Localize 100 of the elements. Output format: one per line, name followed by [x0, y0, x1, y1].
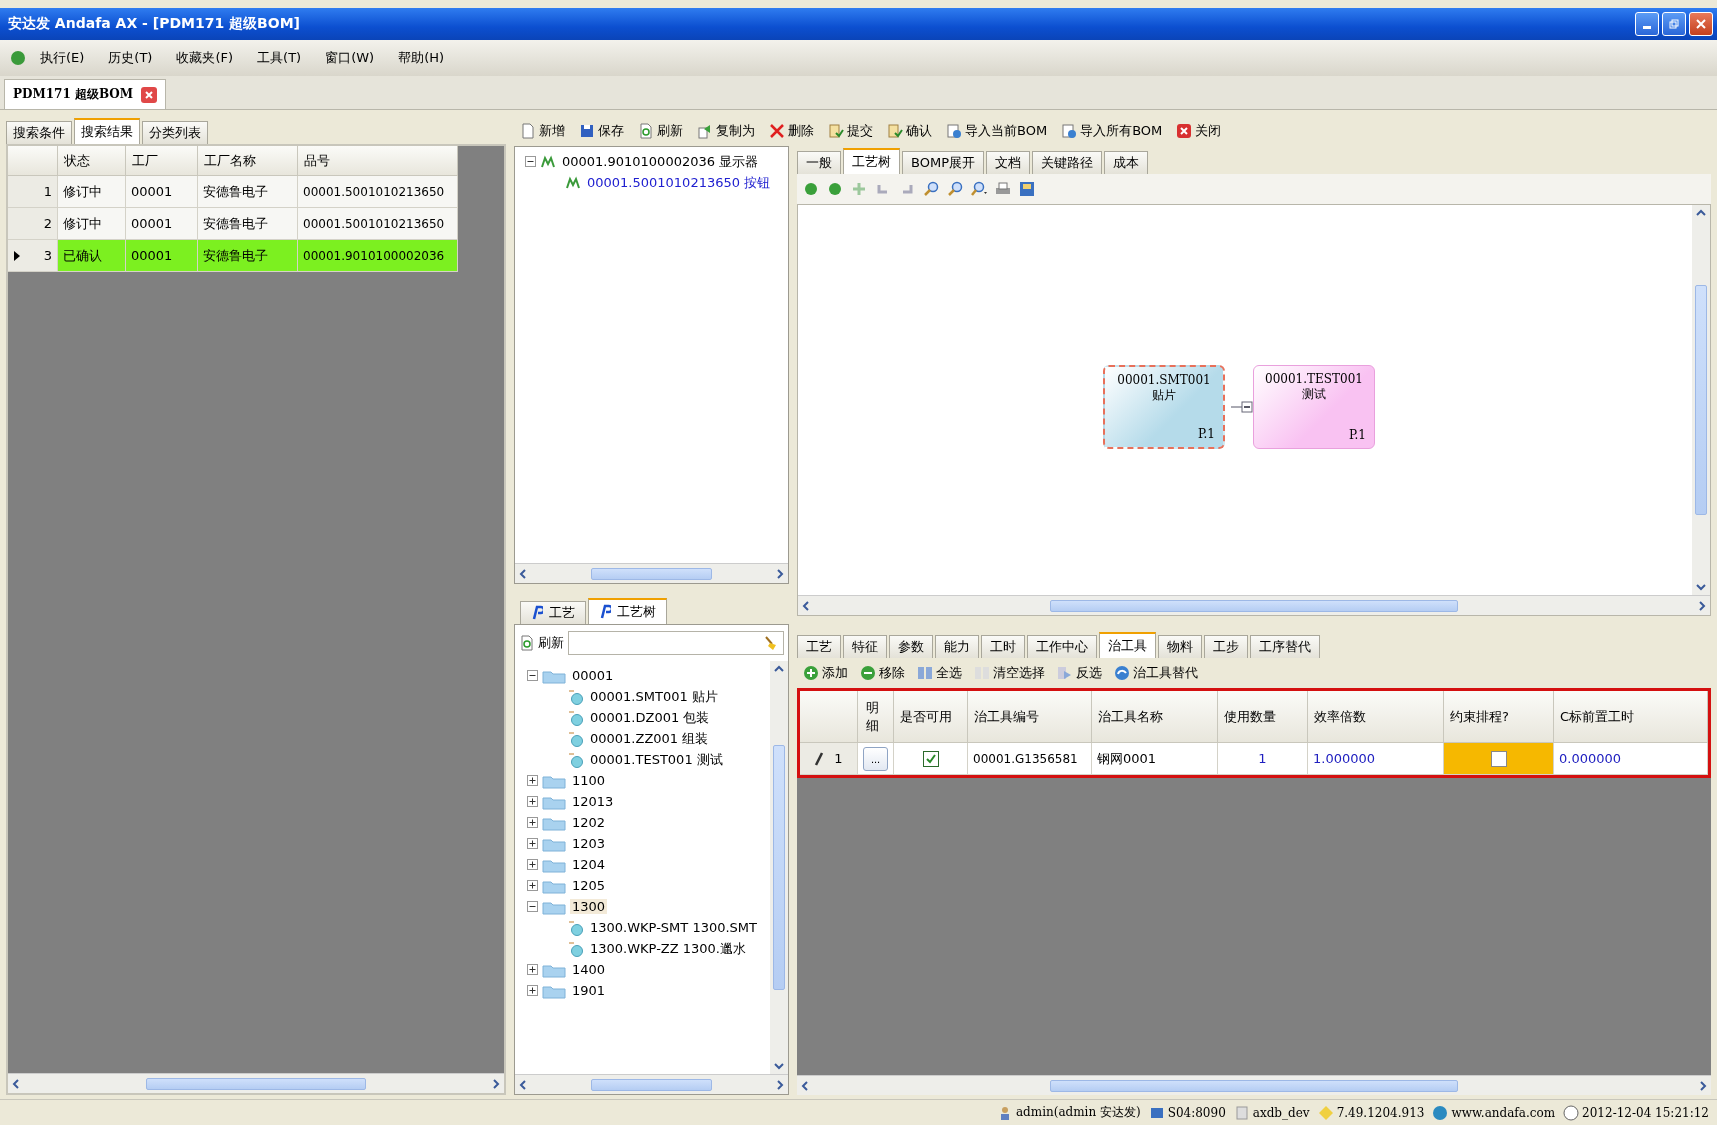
toolbar-button[interactable]: 导入当前BOM	[946, 120, 1048, 142]
operation-tab[interactable]: 能力	[935, 635, 979, 658]
expand-toggle[interactable]	[527, 775, 538, 786]
toolbar-button[interactable]: 反选	[1057, 662, 1102, 684]
toolbar-button[interactable]: 移除	[860, 662, 905, 684]
detail-tab[interactable]: 工艺树	[843, 148, 900, 174]
detail-tab[interactable]: 一般	[797, 151, 841, 174]
column-header[interactable]: 约束排程?	[1444, 691, 1554, 743]
panel-tab[interactable]: 搜索结果	[74, 118, 140, 144]
expand-toggle[interactable]	[527, 859, 538, 870]
refresh-button[interactable]: 刷新	[519, 632, 564, 654]
expand-toggle[interactable]	[527, 838, 538, 849]
tree-item[interactable]: 00001.DZ001 包装	[588, 708, 712, 727]
column-header[interactable]: 效率倍数	[1308, 691, 1444, 743]
restore-button[interactable]	[1662, 12, 1686, 36]
toolbar-button[interactable]: 全选	[917, 662, 962, 684]
minimize-button[interactable]	[1635, 12, 1659, 36]
tree-item[interactable]: 1203	[570, 836, 608, 851]
expand-toggle[interactable]	[527, 796, 538, 807]
horizontal-scrollbar[interactable]	[8, 1073, 504, 1093]
tree-item[interactable]: 1400	[570, 962, 608, 977]
column-header[interactable]: 工厂	[126, 146, 198, 176]
column-header[interactable]: 明细	[858, 691, 894, 743]
close-button[interactable]	[1689, 12, 1713, 36]
detail-button[interactable]: ...	[863, 746, 888, 771]
detail-tab[interactable]: 关键路径	[1032, 151, 1102, 174]
operation-tab[interactable]: 工作中心	[1027, 635, 1097, 658]
checkbox[interactable]	[922, 750, 939, 767]
tree-item[interactable]: 1300.WKP-ZZ 1300.邋水	[588, 939, 748, 958]
row-header[interactable]: 1	[800, 743, 858, 775]
toolbar-button[interactable]: 刷新	[638, 120, 683, 142]
operation-tab[interactable]: 参数	[889, 635, 933, 658]
expand-toggle[interactable]	[525, 156, 536, 167]
expand-toggle[interactable]	[527, 817, 538, 828]
panel-tab[interactable]: 工艺树	[588, 598, 667, 624]
close-tab-icon[interactable]	[141, 86, 158, 103]
column-header[interactable]: C标前置工时	[1554, 691, 1708, 743]
horizontal-scrollbar[interactable]	[797, 1075, 1711, 1095]
tree-item[interactable]: 1202	[570, 815, 608, 830]
panel-tab[interactable]: 搜索条件	[6, 121, 72, 144]
tree-item[interactable]: 1100	[570, 773, 608, 788]
menu-item[interactable]: 帮助(H)	[388, 45, 455, 71]
horizontal-scrollbar[interactable]	[798, 595, 1710, 615]
tree-item[interactable]: 1300	[570, 899, 608, 914]
operation-tab[interactable]: 工步	[1204, 635, 1248, 658]
column-header[interactable]: 工厂名称	[198, 146, 298, 176]
expand-toggle[interactable]	[527, 670, 538, 681]
expand-toggle[interactable]	[527, 880, 538, 891]
canvas-tool-button[interactable]	[1019, 179, 1035, 199]
tree-item[interactable]: 1205	[570, 878, 608, 893]
toolbar-button[interactable]: 复制为	[697, 120, 755, 142]
search-field[interactable]	[568, 631, 784, 655]
toolbar-button[interactable]: 治工具替代	[1114, 662, 1198, 684]
panel-tab[interactable]: 工艺	[520, 601, 586, 624]
tree-item[interactable]: 00001.5001010213650 按钮	[585, 173, 773, 192]
toolbar-button[interactable]: 保存	[579, 120, 624, 142]
expand-toggle[interactable]	[527, 964, 538, 975]
tree-item[interactable]: 1901	[570, 983, 608, 998]
operation-tab[interactable]: 治工具	[1099, 632, 1156, 658]
process-node[interactable]: 00001.SMT001 贴片 P.1	[1103, 365, 1225, 449]
tree-item[interactable]: 12013	[570, 794, 616, 809]
detail-tab[interactable]: 文档	[986, 151, 1030, 174]
menu-item[interactable]: 执行(E)	[30, 45, 95, 71]
column-header[interactable]: 治工具名称	[1092, 691, 1218, 743]
operation-tab[interactable]: 工序替代	[1250, 635, 1320, 658]
checkbox[interactable]	[1490, 750, 1507, 767]
menu-item[interactable]: 窗口(W)	[315, 45, 385, 71]
operation-tab[interactable]: 物料	[1158, 635, 1202, 658]
tree-item[interactable]: 1204	[570, 857, 608, 872]
tree-item[interactable]: 00001.SMT001 贴片	[588, 687, 720, 706]
vertical-scrollbar[interactable]	[770, 661, 788, 1074]
column-header[interactable]: 使用数量	[1218, 691, 1308, 743]
menu-item[interactable]: 工具(T)	[247, 45, 312, 71]
tree-item[interactable]: 00001.ZZ001 组装	[588, 729, 711, 748]
panel-tab[interactable]: 分类列表	[142, 121, 208, 144]
toolbar-button[interactable]: 清空选择	[974, 662, 1045, 684]
tree-item[interactable]: 00001	[570, 668, 616, 683]
process-node[interactable]: 00001.TEST001 测试 P.1	[1253, 365, 1375, 449]
toolbar-button[interactable]: 删除	[769, 120, 814, 142]
column-header[interactable]: 品号	[298, 146, 458, 176]
toolbar-button[interactable]: 提交	[828, 120, 873, 142]
row-header[interactable]: 1	[8, 176, 58, 208]
operation-tab[interactable]: 特征	[843, 635, 887, 658]
column-header[interactable]: 状态	[58, 146, 126, 176]
vertical-scrollbar[interactable]	[1692, 205, 1710, 595]
menu-item[interactable]: 收藏夹(F)	[166, 45, 244, 71]
column-header[interactable]: 治工具编号	[968, 691, 1092, 743]
row-header[interactable]: 2	[8, 208, 58, 240]
detail-tab[interactable]: 成本	[1104, 151, 1148, 174]
toolbar-button[interactable]: 添加	[803, 662, 848, 684]
horizontal-scrollbar[interactable]	[515, 1074, 788, 1094]
document-tab[interactable]: PDM171 超级BOM	[4, 79, 167, 109]
menu-item[interactable]: 历史(T)	[98, 45, 163, 71]
toolbar-button[interactable]: 导入所有BOM	[1061, 120, 1163, 142]
toolbar-button[interactable]: 新增	[520, 120, 565, 142]
horizontal-scrollbar[interactable]	[515, 563, 788, 583]
expand-toggle[interactable]	[527, 985, 538, 996]
tree-item[interactable]: 00001.TEST001 测试	[588, 750, 725, 769]
operation-tab[interactable]: 工时	[981, 635, 1025, 658]
toolbar-button[interactable]: 确认	[887, 120, 932, 142]
